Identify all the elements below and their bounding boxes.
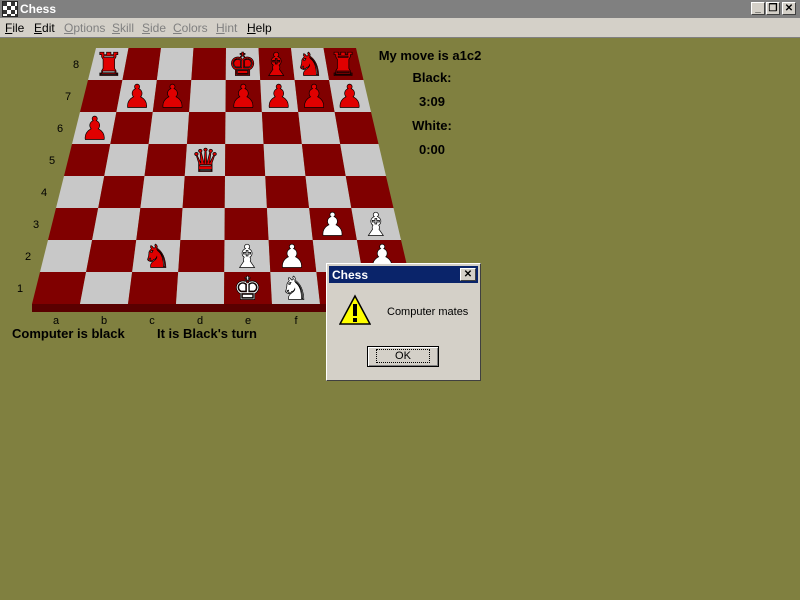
- board-square-f4[interactable]: [265, 176, 310, 208]
- board-square-a3[interactable]: [48, 208, 99, 240]
- rank-label: 1: [17, 283, 23, 295]
- board-square-a4[interactable]: [56, 176, 105, 208]
- board-square-f3[interactable]: [266, 208, 313, 240]
- board-square-e5[interactable]: [225, 144, 266, 176]
- board-square-d8[interactable]: [191, 48, 226, 80]
- board-square-b8[interactable]: [122, 48, 161, 80]
- rank-label: 2: [25, 251, 31, 263]
- red-pawn-e7[interactable]: ♟: [229, 77, 258, 116]
- board-square-b1[interactable]: [80, 272, 133, 304]
- rank-label: 8: [73, 59, 79, 71]
- board-square-e4[interactable]: [224, 176, 267, 208]
- board-square-g4[interactable]: [305, 176, 352, 208]
- mate-dialog: Chess ✕ Computer mates OK: [326, 263, 481, 381]
- board-square-b2[interactable]: [86, 240, 137, 272]
- rank-label: 6: [57, 123, 63, 135]
- red-pawn-b7[interactable]: ♟: [122, 77, 152, 116]
- white-clock-label: White:: [412, 118, 452, 133]
- turn-status: It is Black's turn: [157, 326, 257, 341]
- dialog-title-bar: Chess ✕: [329, 266, 478, 283]
- rank-label: 4: [41, 187, 47, 199]
- dialog-close-button[interactable]: ✕: [460, 268, 476, 281]
- board-square-a7[interactable]: [80, 80, 123, 112]
- board-square-e6[interactable]: [225, 112, 264, 144]
- board-square-c8[interactable]: [156, 48, 194, 80]
- white-clock-time: 0:00: [418, 142, 446, 157]
- last-move-text: My move is a1c2: [378, 48, 482, 63]
- black-clock-label: Black:: [412, 70, 452, 85]
- board-square-d1[interactable]: [176, 272, 225, 304]
- rank-label: 3: [33, 219, 39, 231]
- board-square-c3[interactable]: [136, 208, 183, 240]
- board-square-b5[interactable]: [104, 144, 149, 176]
- board-square-d7[interactable]: [189, 80, 226, 112]
- red-knight-c2[interactable]: ♞: [142, 237, 171, 276]
- board-square-g6[interactable]: [298, 112, 341, 144]
- board-square-f6[interactable]: [261, 112, 302, 144]
- board-square-f5[interactable]: [263, 144, 306, 176]
- board-square-a2[interactable]: [40, 240, 93, 272]
- dialog-message: Computer mates: [387, 306, 469, 318]
- board-square-e3[interactable]: [224, 208, 269, 240]
- file-label: c: [149, 315, 155, 327]
- file-label: f: [294, 315, 298, 327]
- warning-icon: [339, 294, 371, 325]
- board-square-c6[interactable]: [148, 112, 190, 144]
- board-square-g5[interactable]: [301, 144, 346, 176]
- board-square-d3[interactable]: [180, 208, 225, 240]
- rank-label: 5: [49, 155, 55, 167]
- red-pawn-f7[interactable]: ♟: [264, 77, 293, 116]
- computer-side-status: Computer is black: [12, 326, 125, 341]
- board-square-d4[interactable]: [182, 176, 225, 208]
- black-clock-time: 3:09: [418, 94, 446, 109]
- red-pawn-h7[interactable]: ♟: [335, 77, 364, 116]
- board-square-h4[interactable]: [345, 176, 394, 208]
- rank-label: 7: [65, 91, 71, 103]
- red-pawn-g7[interactable]: ♟: [299, 77, 329, 116]
- dialog-title: Chess: [332, 268, 369, 282]
- red-pawn-a6[interactable]: ♟: [80, 109, 109, 148]
- board-square-b4[interactable]: [98, 176, 145, 208]
- white-king-e1[interactable]: ♚: [233, 269, 262, 308]
- board-square-d2[interactable]: [178, 240, 225, 272]
- board-square-c5[interactable]: [144, 144, 187, 176]
- board-square-a1[interactable]: [32, 272, 87, 304]
- ok-button[interactable]: OK: [367, 346, 439, 367]
- red-queen-d5[interactable]: ♛: [191, 141, 220, 180]
- white-knight-f1[interactable]: ♞: [280, 269, 309, 308]
- board-square-c1[interactable]: [128, 272, 179, 304]
- board-square-c4[interactable]: [140, 176, 185, 208]
- board-square-a5[interactable]: [64, 144, 111, 176]
- board-square-b6[interactable]: [110, 112, 153, 144]
- board-square-b3[interactable]: [92, 208, 141, 240]
- board-square-d6[interactable]: [186, 112, 226, 144]
- white-pawn-g3[interactable]: ♟: [318, 205, 347, 244]
- red-pawn-c7[interactable]: ♟: [158, 77, 187, 116]
- red-rook-a8[interactable]: ♜: [94, 45, 123, 84]
